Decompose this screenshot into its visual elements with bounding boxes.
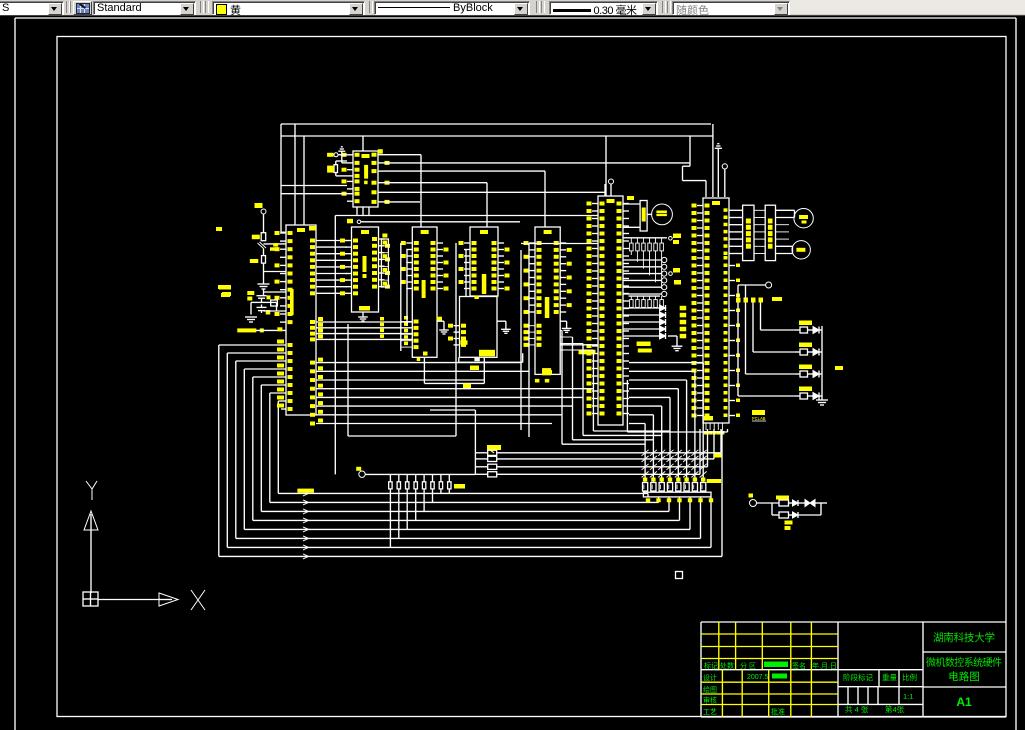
svg-text:比例: 比例 [902,672,917,682]
svg-text:第4张: 第4张 [885,704,905,714]
svg-text:工艺: 工艺 [703,708,717,716]
svg-text:年.月.日: 年.月.日 [812,661,837,670]
svg-text:2007.5: 2007.5 [747,674,769,681]
svg-text:审核: 审核 [703,696,717,705]
svg-text:A1: A1 [956,695,972,709]
svg-text:电路图: 电路图 [948,670,980,683]
svg-text:共 4 张: 共 4 张 [845,705,869,714]
svg-text:绘图: 绘图 [703,685,717,694]
svg-text:重量: 重量 [882,673,897,682]
svg-text:1:1: 1:1 [903,692,913,701]
svg-text:阶段标记: 阶段标记 [843,672,873,682]
svg-text:分 区: 分 区 [740,661,756,670]
svg-text:微机数控系统硬件: 微机数控系统硬件 [926,656,1002,669]
svg-text:设计: 设计 [703,673,717,682]
svg-text:标记: 标记 [704,661,718,670]
svg-text:处数: 处数 [720,661,734,670]
svg-text:批准: 批准 [771,707,785,716]
svg-text:签名: 签名 [792,661,806,670]
svg-text:湖南科技大学: 湖南科技大学 [933,631,995,644]
